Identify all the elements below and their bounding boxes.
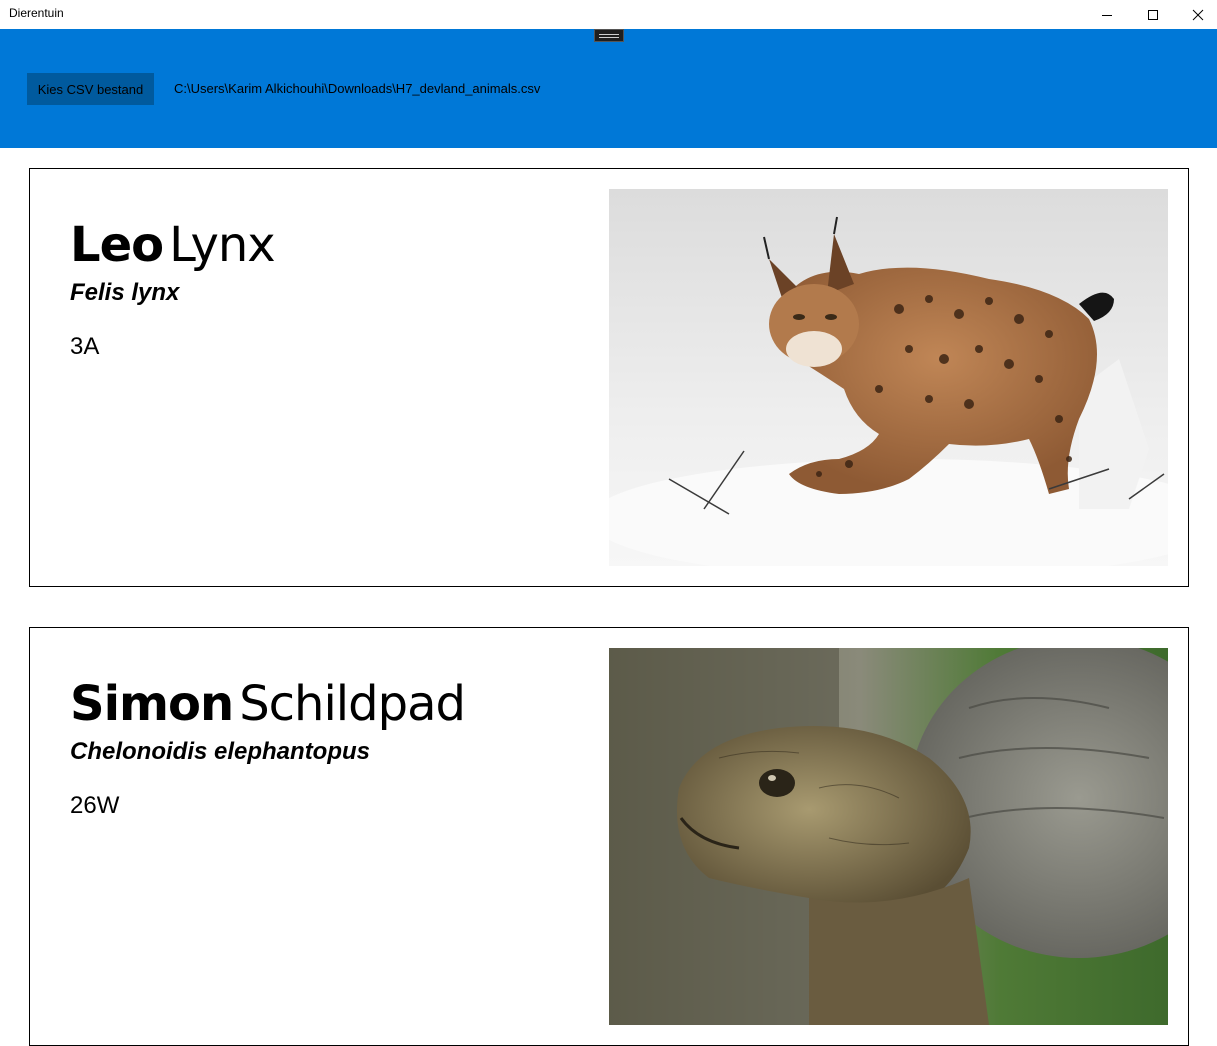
close-button[interactable]: [1175, 0, 1217, 29]
animal-species: Chelonoidis elephantopus: [70, 738, 371, 765]
animal-species: Felis lynx: [70, 279, 180, 306]
window-title: Dierentuin: [9, 6, 64, 20]
animal-last-name: Lynx: [169, 217, 276, 273]
animal-name: Simon Schildpad: [70, 676, 466, 732]
maximize-icon: [1148, 9, 1158, 20]
drag-handle[interactable]: [594, 29, 624, 42]
command-bar: Kies CSV bestand C:\Users\Karim Alkichou…: [0, 29, 1217, 148]
animal-first-name: Leo: [70, 217, 164, 273]
choose-csv-button[interactable]: Kies CSV bestand: [27, 73, 154, 105]
animal-enclosure-code: 3A: [70, 333, 100, 360]
animal-last-name: Schildpad: [239, 676, 466, 732]
animal-first-name: Simon: [70, 676, 234, 732]
animal-card: Simon Schildpad Chelonoidis elephantopus …: [29, 627, 1189, 1046]
animal-enclosure-code: 26W: [70, 792, 120, 819]
lynx-photo: [609, 189, 1168, 566]
minimize-icon: [1102, 14, 1112, 16]
tortoise-photo: [609, 648, 1168, 1025]
close-icon: [1192, 9, 1204, 20]
animal-name: Leo Lynx: [70, 217, 276, 273]
title-bar: Dierentuin: [0, 0, 1217, 29]
animal-card: Leo Lynx Felis lynx 3A: [29, 168, 1189, 587]
maximize-button[interactable]: [1130, 0, 1176, 29]
minimize-button[interactable]: [1084, 0, 1130, 29]
csv-path-text: C:\Users\Karim Alkichouhi\Downloads\H7_d…: [174, 81, 541, 96]
